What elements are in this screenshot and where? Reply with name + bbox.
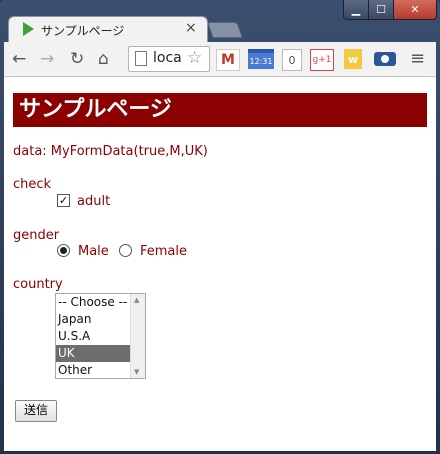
- check-label: check: [13, 177, 52, 192]
- tab-active[interactable]: サンプルページ ×: [8, 16, 208, 43]
- camera-icon[interactable]: [374, 52, 396, 66]
- page-heading: サンプルページ: [13, 93, 427, 127]
- back-arrow-icon[interactable]: ←: [12, 48, 26, 70]
- page-icon: [135, 51, 147, 66]
- browser-toolbar: ← → ↻ ⌂ loca ☆ M 12:31 0 g+1 w ≡: [4, 42, 436, 77]
- country-option[interactable]: Other: [56, 362, 130, 378]
- listbox-scrollbar[interactable]: ▲ ▼: [130, 294, 145, 378]
- gplus-icon[interactable]: g+1: [310, 49, 334, 71]
- w-extension-icon[interactable]: w: [344, 49, 362, 69]
- tab-close-icon[interactable]: ×: [185, 20, 197, 36]
- play-favicon-icon: [23, 22, 34, 36]
- home-icon[interactable]: ⌂: [98, 48, 109, 70]
- female-radio[interactable]: [119, 244, 132, 257]
- adult-checkbox[interactable]: ✓: [57, 194, 70, 207]
- country-listbox[interactable]: -- Choose -- Japan U.S.A UK Other ▲ ▼: [55, 293, 146, 379]
- address-bar[interactable]: loca ☆: [128, 46, 210, 72]
- gmail-icon[interactable]: M: [216, 49, 240, 71]
- forward-arrow-icon[interactable]: →: [40, 48, 54, 70]
- scroll-up-icon[interactable]: ▲: [134, 296, 139, 304]
- page-content: サンプルページ data: MyFormData(true,M,UK) chec…: [4, 77, 436, 451]
- counter-icon[interactable]: 0: [282, 49, 302, 71]
- minimize-button[interactable]: ▁: [343, 0, 369, 20]
- menu-icon[interactable]: ≡: [410, 48, 425, 70]
- tab-title: サンプルページ: [41, 24, 125, 38]
- country-option-selected[interactable]: UK: [56, 345, 130, 362]
- male-radio[interactable]: [57, 244, 70, 257]
- male-label: Male: [78, 244, 109, 259]
- female-label: Female: [140, 244, 188, 259]
- adult-label: adult: [77, 194, 111, 209]
- maximize-button[interactable]: ☐: [368, 0, 394, 20]
- data-line: data: MyFormData(true,M,UK): [13, 144, 208, 159]
- calendar-icon[interactable]: 12:31: [248, 49, 274, 69]
- country-option[interactable]: -- Choose --: [56, 294, 130, 311]
- gender-label: gender: [13, 228, 60, 243]
- new-tab-button[interactable]: [207, 22, 243, 38]
- country-option[interactable]: U.S.A: [56, 328, 130, 345]
- browser-window: ▁ ☐ ✕ サンプルページ × ← → ↻ ⌂ loca ☆ M 12:31 0…: [0, 0, 440, 454]
- address-text: loca: [153, 50, 182, 66]
- scroll-down-icon[interactable]: ▼: [134, 368, 139, 376]
- submit-button[interactable]: 送信: [15, 400, 57, 422]
- reload-icon[interactable]: ↻: [70, 48, 84, 70]
- country-label: country: [13, 277, 63, 292]
- bookmark-star-icon[interactable]: ☆: [187, 48, 202, 68]
- close-window-button[interactable]: ✕: [393, 0, 437, 20]
- country-option[interactable]: Japan: [56, 311, 130, 328]
